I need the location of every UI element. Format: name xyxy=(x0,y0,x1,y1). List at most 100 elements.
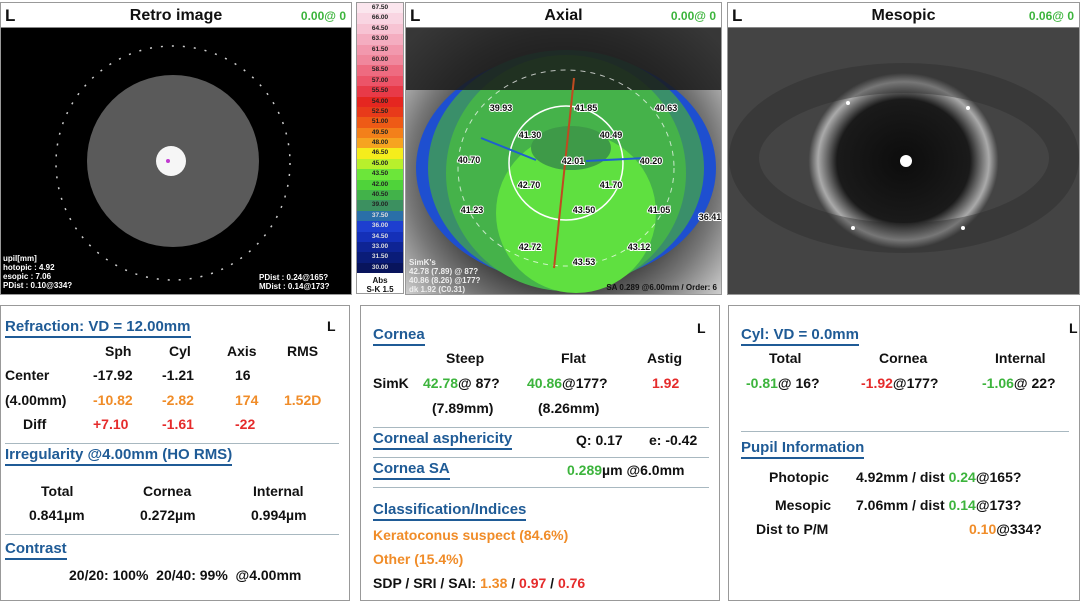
axial-k-value: 40.63 xyxy=(655,103,678,113)
axial-k-value: 41.30 xyxy=(519,130,542,140)
scale-band: 43.50 xyxy=(357,169,403,180)
scale-band: 57.00 xyxy=(357,75,403,87)
axial-header: L Axial 0.00@ 0 xyxy=(406,3,721,28)
cyl-internal-value: -1.06 xyxy=(982,375,1014,391)
scale-bands: 67.50 66.00 64.50 63.00 61.50 60.00 58.50 57.00… xyxy=(357,3,403,274)
mesopic-value: 0.06@ 0 xyxy=(1028,9,1074,23)
scale-band: 49.50 xyxy=(357,127,403,139)
refraction-cell: -1.21 xyxy=(162,367,194,383)
scale-band: 40.50 xyxy=(357,190,403,201)
scale-band: 63.00 xyxy=(357,34,403,45)
retro-title: Retro image xyxy=(129,7,223,24)
refraction-cell: +7.10 xyxy=(93,416,129,432)
photopic-info: 4.92mm / dist 0.24@165? xyxy=(856,469,1022,485)
retro-image-panel: L Retro image 0.00@ 0 upil[mm] hotopic :… xyxy=(0,2,352,295)
axial-k-value: 41.85 xyxy=(575,103,598,113)
mesopic-header: L Mesopic 0.06@ 0 xyxy=(728,3,1079,28)
flat-radius: (8.26mm) xyxy=(538,400,600,416)
irr-col-total: Total xyxy=(41,483,74,499)
irr-col-cornea: Cornea xyxy=(143,483,192,499)
cyl-total: -0.81@ 16? xyxy=(746,375,820,391)
flat-k-axis: @177? xyxy=(562,375,608,391)
scale-band: 52.50 xyxy=(357,106,403,118)
col-flat: Flat xyxy=(561,350,586,366)
axial-k-value: 43.53 xyxy=(573,257,596,267)
col-axis: Axis xyxy=(227,343,257,359)
retro-header: L Retro image 0.00@ 0 xyxy=(1,3,351,28)
retro-value: 0.00@ 0 xyxy=(300,9,346,23)
scale-band: 48.00 xyxy=(357,138,403,149)
refraction-cell: -22 xyxy=(235,416,256,432)
simk-title: SimK's xyxy=(409,258,436,267)
refraction-row-label: Center xyxy=(5,367,50,383)
pm-info: 0.10@334? xyxy=(969,521,1042,537)
refraction-cell: -1.61 xyxy=(162,416,194,432)
scale-band: 39.00 xyxy=(357,200,403,211)
axial-k-value: 40.49 xyxy=(600,130,623,140)
refraction-cell: 1.52D xyxy=(284,392,322,408)
scale-band: 64.50 xyxy=(357,23,403,35)
scale-band: 33.00 xyxy=(357,241,403,253)
cyl-pupil-panel: Cyl: VD = 0.0mm L Total Cornea Internal … xyxy=(728,305,1080,601)
classification-title: Classification/Indices xyxy=(373,501,527,521)
indices-label: SDP / SRI / SAI: xyxy=(373,575,481,591)
cornea-title: Cornea xyxy=(373,326,425,346)
axial-k-value: 43.50 xyxy=(573,205,596,215)
mesopic-readout: esopic : 7.06 xyxy=(3,272,52,281)
scale-band: 66.00 xyxy=(357,13,403,24)
axial-k-value: 42.72 xyxy=(519,242,542,252)
astig-value: 1.92 xyxy=(652,375,680,391)
axial-k-value: 41.05 xyxy=(648,205,671,215)
scale-band: 34.50 xyxy=(357,231,403,242)
mdist-readout: MDist : 0.14@173? xyxy=(259,282,330,291)
scale-band: 67.50 xyxy=(357,3,403,14)
refraction-cell: -2.82 xyxy=(162,392,194,408)
sai-value: 0.76 xyxy=(557,575,586,591)
refraction-cell: 174 xyxy=(235,392,259,408)
asphericity-title: Corneal asphericity xyxy=(373,430,513,450)
cyl-col-cornea: Cornea xyxy=(879,350,928,366)
scale-band: 61.50 xyxy=(357,44,403,55)
mesopic-eye-image xyxy=(728,28,1079,294)
col-rms: RMS xyxy=(287,343,319,359)
axial-k-value: 42.70 xyxy=(518,180,541,190)
eye-label: L xyxy=(327,318,336,334)
mesopic-label: Mesopic xyxy=(775,497,832,513)
scale-band: 36.00 xyxy=(357,221,403,232)
sdp-value: 1.38 xyxy=(480,575,508,591)
asphericity-e: e: -0.42 xyxy=(649,432,698,448)
scale-band: 46.50 xyxy=(357,148,403,159)
cyl-cornea: -1.92@177? xyxy=(861,375,939,391)
refraction-cell: -17.92 xyxy=(93,367,133,383)
cornea-panel: Cornea L Steep Flat Astig SimK 42.78@ 87… xyxy=(360,305,720,601)
eye-label: L xyxy=(697,320,706,336)
cyl-internal: -1.06@ 22? xyxy=(982,375,1056,391)
refraction-row-label: (4.00mm) xyxy=(5,392,67,408)
axial-map: 39.93 41.85 40.63 41.30 40.49 40.70 42.01 40.20… xyxy=(406,28,721,294)
mesopic-title: Mesopic xyxy=(871,7,936,24)
axial-k-value: 42.01 xyxy=(562,156,585,166)
indices: SDP / SRI / SAI: 1.38 / 0.97 / 0.76 xyxy=(373,575,586,591)
irr-cornea-value: 0.272µm xyxy=(140,507,196,523)
scale-band: 30.00 xyxy=(357,262,403,274)
col-astig: Astig xyxy=(647,350,682,366)
refraction-cell: 16 xyxy=(235,367,251,383)
eye-label: L xyxy=(1069,320,1078,336)
col-cyl: Cyl xyxy=(169,343,191,359)
color-scale-legend: 67.50 66.00 64.50 63.00 61.50 60.00 58.50 57.00… xyxy=(356,2,404,294)
simk-line: dk 1.92 (C0.31) xyxy=(409,285,466,294)
axial-k-value: 40.20 xyxy=(640,156,663,166)
axial-k-value: 40.70 xyxy=(458,155,481,165)
flat-k: 40.86@177? xyxy=(527,375,608,391)
refraction-cell: -10.82 xyxy=(93,392,133,408)
pm-dist: 0.10 xyxy=(969,521,997,537)
classification-other: Other (15.4%) xyxy=(373,551,464,567)
scale-band: 60.00 xyxy=(357,54,403,66)
photopic-readout: hotopic : 4.92 xyxy=(3,263,55,272)
mesopic-info: 7.06mm / dist 0.14@173? xyxy=(856,497,1022,513)
pupil-label: upil[mm] xyxy=(3,254,37,263)
scale-band: 55.50 xyxy=(357,86,403,97)
axial-k-value: 39.93 xyxy=(490,103,513,113)
pdist-readout: PDist : 0.24@165? xyxy=(259,273,329,282)
cornea-sa-value: 0.289 xyxy=(567,462,603,478)
